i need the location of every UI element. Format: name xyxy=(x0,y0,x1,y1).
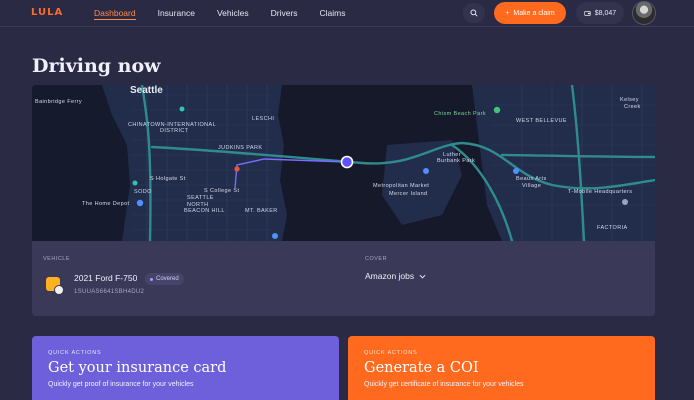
insurance-card-title: Get your insurance card xyxy=(48,360,227,376)
map-label-kelsey: Kelsey xyxy=(620,97,639,103)
map-label-factoria: FACTORIA xyxy=(597,225,628,231)
map-label-beaux-arts: Beaux Arts xyxy=(516,176,547,182)
cover-value: Amazon jobs xyxy=(365,271,415,281)
map-label-college: S College St xyxy=(204,188,240,194)
live-map[interactable]: Bainbridge Ferry Seattle CHINATOWN-INTER… xyxy=(32,85,655,241)
driving-now-card: Bainbridge Ferry Seattle CHINATOWN-INTER… xyxy=(32,85,655,316)
cover-section-label: COVER xyxy=(365,256,388,262)
nav-vehicles[interactable]: Vehicles xyxy=(217,8,249,20)
map-label-holgate: S Holgate St xyxy=(150,176,186,182)
search-icon xyxy=(470,9,478,17)
search-button[interactable] xyxy=(463,3,485,23)
status-dot-icon xyxy=(150,277,153,281)
map-label-judkins: JUDKINS PARK xyxy=(218,145,263,151)
covered-badge: Covered xyxy=(145,273,184,285)
map-label-mt-baker: MT. BAKER xyxy=(245,208,278,214)
map-label-seattle-uni: SEATTLE xyxy=(187,195,214,201)
user-avatar[interactable] xyxy=(632,1,656,25)
map-label-district: DISTRICT xyxy=(160,128,189,134)
wallet-balance: $8,047 xyxy=(594,9,617,17)
quick-actions-label: QUICK ACTIONS xyxy=(364,350,418,356)
map-label-village: Village xyxy=(522,183,542,189)
map-label-creek: Creek xyxy=(624,104,641,110)
map-label-chism: Chism Beach Park xyxy=(434,111,486,117)
insurance-card-desc: Quickly get proof of insurance for your … xyxy=(48,381,194,388)
map-label-leschi: LESCHI xyxy=(252,116,275,122)
map-label-home-depot: The Home Depot xyxy=(82,201,130,207)
quick-actions-label: QUICK ACTIONS xyxy=(48,350,102,356)
generate-coi-desc: Quickly get certificate of insurance for… xyxy=(364,381,524,388)
make-a-claim-label: Make a claim xyxy=(513,9,555,17)
map-label-burbank: Burbank Park xyxy=(437,158,476,164)
map-canvas xyxy=(32,85,655,241)
chevron-down-icon xyxy=(419,274,426,279)
map-label-sodo: SODO xyxy=(134,189,152,195)
wallet-balance-button[interactable]: $8,047 xyxy=(576,2,624,24)
make-a-claim-button[interactable]: + Make a claim xyxy=(494,2,566,24)
vehicle-section-label: VEHICLE xyxy=(43,256,71,262)
generate-coi-action[interactable]: QUICK ACTIONS Generate a COI Quickly get… xyxy=(348,336,655,400)
top-nav-bar: LULA Dashboard Insurance Vehicles Driver… xyxy=(0,0,694,27)
lula-logo[interactable]: LULA xyxy=(31,7,63,18)
vehicle-name[interactable]: 2021 Ford F-750 xyxy=(74,273,137,283)
vehicle-vin: 1SUUAS6641SBH4DU2 xyxy=(74,289,145,295)
map-label-seattle: Seattle xyxy=(130,85,163,96)
map-label-beacon-hill: BEACON HILL xyxy=(184,208,225,214)
wallet-icon xyxy=(584,10,591,16)
nav-insurance[interactable]: Insurance xyxy=(158,8,195,20)
nav-claims[interactable]: Claims xyxy=(320,8,346,20)
nav-drivers[interactable]: Drivers xyxy=(271,8,298,20)
map-label-metropolitan: Metropolitan Market xyxy=(373,183,430,189)
page-title: Driving now xyxy=(32,55,161,77)
map-label-tmobile: T-Mobile Headquarters xyxy=(568,189,633,195)
main-nav: Dashboard Insurance Vehicles Drivers Cla… xyxy=(94,8,368,20)
generate-coi-title: Generate a COI xyxy=(364,360,479,376)
vehicle-badge-icon xyxy=(54,285,64,295)
plus-icon: + xyxy=(505,9,510,17)
insurance-card-action[interactable]: QUICK ACTIONS Get your insurance card Qu… xyxy=(32,336,339,400)
map-label-west-bellevue: WEST BELLEVUE xyxy=(516,118,567,124)
nav-dashboard[interactable]: Dashboard xyxy=(94,8,136,20)
map-label-mercer: Mercer Island xyxy=(389,191,428,197)
covered-label: Covered xyxy=(156,276,179,282)
map-label-bainbridge: Bainbridge Ferry xyxy=(35,99,83,105)
cover-dropdown[interactable]: Amazon jobs xyxy=(365,271,426,281)
